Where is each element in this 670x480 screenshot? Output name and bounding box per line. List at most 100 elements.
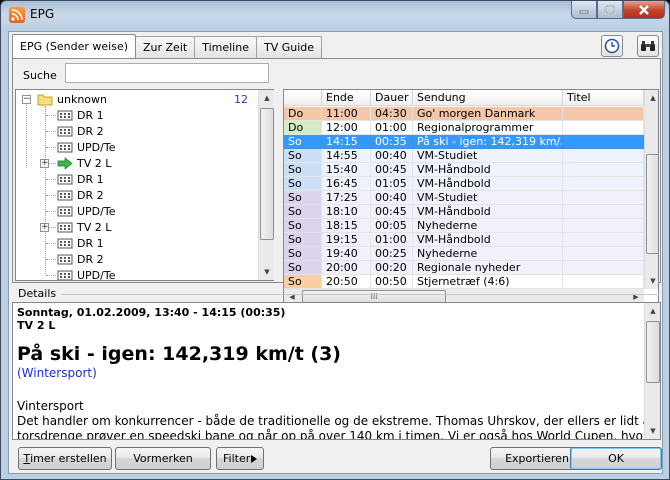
tree-scroll-thumb[interactable] <box>260 108 274 240</box>
tree-guide-line <box>46 259 56 260</box>
tree-scrollbar[interactable]: ▲ ▼ <box>258 90 274 280</box>
filter-button[interactable]: Filter <box>216 447 264 470</box>
tree-channel-item[interactable]: DR 1 <box>56 235 104 251</box>
film-icon <box>56 172 74 186</box>
table-row[interactable]: So 19:40 00:25 Nyhederne <box>284 247 644 261</box>
expand-icon[interactable]: + <box>40 223 49 232</box>
cell-ende: 11:00 <box>322 107 371 121</box>
channel-tree[interactable]: − unknown 12 DR 1 DR 2 UPD/Te + TV 2 L DR 1 DR… <box>15 89 274 281</box>
tree-channel-item[interactable]: TV 2 L <box>56 155 111 171</box>
tree-channel-label: DR 1 <box>77 172 104 186</box>
search-input[interactable] <box>65 63 269 83</box>
cell-ende: 20:50 <box>322 275 371 289</box>
cell-dauer: 00:45 <box>371 205 413 219</box>
scroll-up-icon[interactable]: ▲ <box>645 303 660 319</box>
table-row[interactable]: So 19:15 01:00 VM-Håndbold <box>284 233 644 247</box>
tab-epg-sender[interactable]: EPG (Sender weise) <box>12 34 136 58</box>
details-category: Vintersport <box>17 399 84 413</box>
mark-button[interactable]: Vormerken <box>115 447 211 470</box>
cell-ende: 18:10 <box>322 205 371 219</box>
title-bar[interactable]: EPG <box>1 1 669 27</box>
tree-guide-line <box>46 131 56 132</box>
cell-sendung: VM-Håndbold <box>413 205 563 219</box>
scroll-down-icon[interactable]: ▼ <box>645 423 660 439</box>
table-row[interactable]: So 18:15 00:05 Nyhederne <box>284 219 644 233</box>
cell-titel <box>563 247 644 261</box>
tree-channel-item[interactable]: DR 2 <box>56 187 104 203</box>
create-timer-button[interactable]: Timer erstellen <box>18 447 112 470</box>
table-row[interactable]: So 15:40 00:45 VM-Håndbold <box>284 163 644 177</box>
tree-channel-item[interactable]: UPD/Te <box>56 267 115 280</box>
cell-titel <box>563 191 644 205</box>
minimize-button[interactable] <box>571 1 597 19</box>
col-header-titel[interactable]: Titel <box>563 90 644 106</box>
cell-titel <box>563 121 644 135</box>
ok-button[interactable]: OK <box>570 447 662 470</box>
table-row[interactable]: So 14:15 00:35 På ski - igen: 142,319 km/..… <box>284 135 644 149</box>
table-row[interactable]: So 18:10 00:45 VM-Håndbold <box>284 205 644 219</box>
cell-ende: 20:00 <box>322 261 371 275</box>
cell-ende: 19:40 <box>322 247 371 261</box>
tab-tv-guide[interactable]: TV Guide <box>255 36 323 58</box>
tree-channel-item[interactable]: DR 1 <box>56 107 104 123</box>
cell-sendung: VM-Håndbold <box>413 163 563 177</box>
cell-dauer: 00:20 <box>371 261 413 275</box>
tab-zur-zeit[interactable]: Zur Zeit <box>135 36 196 58</box>
clock-button[interactable] <box>601 35 623 57</box>
expand-icon[interactable]: + <box>40 159 49 168</box>
tree-guide-line <box>46 115 56 116</box>
tree-channel-item[interactable]: UPD/Te <box>56 139 115 155</box>
col-header-dauer[interactable]: Dauer <box>371 90 413 106</box>
col-header-sendung[interactable]: Sendung <box>413 90 563 106</box>
cell-titel <box>563 205 644 219</box>
details-description-1: Det handler om konkurrencer - både de tr… <box>17 414 661 428</box>
cell-titel <box>563 163 644 177</box>
table-row[interactable]: Do 12:00 01:00 Regionalprogrammer <box>284 121 644 135</box>
table-row[interactable]: So 17:25 00:40 VM-Studiet <box>284 191 644 205</box>
tree-channel-label: DR 1 <box>77 236 104 250</box>
details-scroll-thumb[interactable] <box>646 321 660 383</box>
tab-timeline[interactable]: Timeline <box>194 36 257 58</box>
program-grid[interactable]: Ende Dauer Sendung Titel Do 11:00 04:30 Go'… <box>283 89 659 307</box>
close-button[interactable] <box>623 1 665 19</box>
tab-strip: EPG (Sender weise) Zur Zeit Timeline TV … <box>12 34 323 58</box>
cell-titel <box>563 177 644 191</box>
cell-day: So <box>284 163 322 177</box>
scroll-up-icon[interactable]: ▲ <box>645 90 658 106</box>
cell-titel <box>563 135 644 149</box>
cell-day: Do <box>284 107 322 121</box>
table-row[interactable]: So 14:55 00:40 VM-Studiet <box>284 149 644 163</box>
create-timer-label: imer erstellen <box>30 452 107 465</box>
cell-day: So <box>284 275 322 289</box>
scroll-up-icon[interactable]: ▲ <box>259 90 275 106</box>
table-row[interactable]: So 20:50 00:50 Stjernetræf (4:6) <box>284 275 644 289</box>
col-header-day[interactable] <box>284 90 322 106</box>
cell-titel <box>563 261 644 275</box>
cell-sendung: VM-Håndbold <box>413 233 563 247</box>
col-header-ende[interactable]: Ende <box>322 90 371 106</box>
tree-root-row[interactable]: unknown 12 <box>36 91 266 107</box>
table-row[interactable]: So 20:00 00:20 Regionale nyheder <box>284 261 644 275</box>
tree-channel-item[interactable]: DR 2 <box>56 251 104 267</box>
tree-channel-item[interactable]: DR 2 <box>56 123 104 139</box>
scroll-down-icon[interactable]: ▼ <box>645 273 658 289</box>
grid-vscrollbar[interactable]: ▲ ▼ <box>644 90 658 289</box>
cell-dauer: 01:00 <box>371 233 413 247</box>
table-row[interactable]: So 16:45 01:05 VM-Håndbold <box>284 177 644 191</box>
details-scrollbar[interactable]: ▲ ▼ <box>644 303 660 439</box>
cell-dauer: 00:25 <box>371 247 413 261</box>
tree-channel-item[interactable]: TV 2 L <box>56 219 111 235</box>
tree-root-count: 12 <box>234 92 248 106</box>
cell-ende: 14:15 <box>322 135 371 149</box>
details-panel[interactable]: Sonntag, 01.02.2009, 13:40 - 14:15 (00:3… <box>12 302 661 440</box>
collapse-icon[interactable]: − <box>22 95 31 104</box>
tree-channel-item[interactable]: DR 1 <box>56 171 104 187</box>
table-row[interactable]: Do 11:00 04:30 Go' morgen Danmark <box>284 107 644 121</box>
tree-channel-item[interactable]: UPD/Te <box>56 203 115 219</box>
tree-channel-label: UPD/Te <box>77 140 116 154</box>
grid-vscroll-thumb[interactable] <box>646 154 658 254</box>
maximize-button[interactable] <box>597 1 623 19</box>
caption-buttons <box>571 1 665 21</box>
scroll-down-icon[interactable]: ▼ <box>259 264 275 280</box>
binoculars-button[interactable] <box>637 35 659 57</box>
